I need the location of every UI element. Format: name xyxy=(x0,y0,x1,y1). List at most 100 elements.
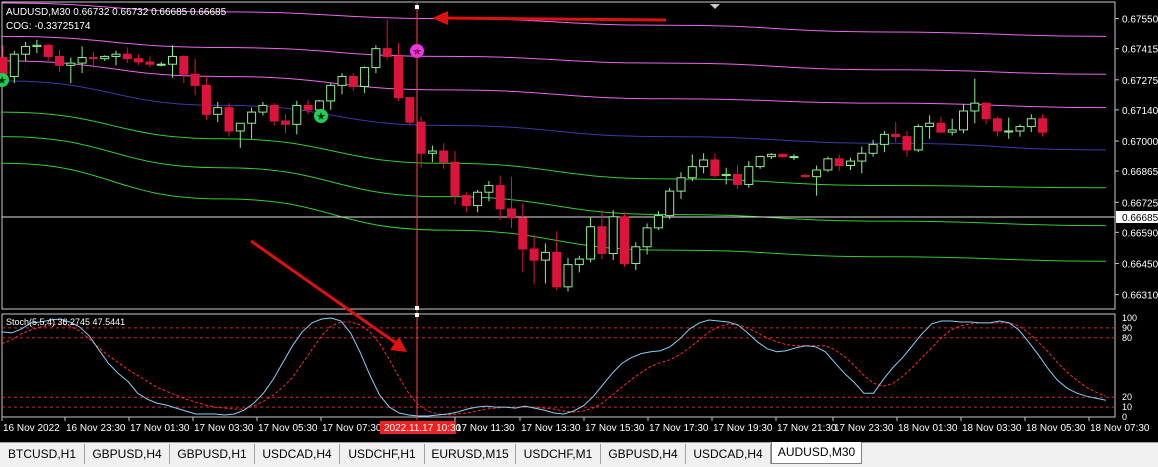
chart-tab[interactable]: USDCAD,H4 xyxy=(686,444,771,464)
candle xyxy=(755,155,765,169)
candle-body xyxy=(405,97,415,123)
candle-body xyxy=(936,122,946,133)
candle-body xyxy=(88,57,98,60)
crosshair-handle-top[interactable] xyxy=(415,5,419,9)
candle-body xyxy=(608,216,618,254)
candle-body xyxy=(168,55,177,65)
candle-body xyxy=(156,63,166,66)
candle-body xyxy=(213,107,223,115)
candle-body xyxy=(879,133,889,145)
trading-chart[interactable]: AUDUSD,M30 0.66732 0.66732 0.66685 0.666… xyxy=(0,0,1158,467)
price-tick-label: 0.67000 xyxy=(1122,137,1158,148)
chart-tab[interactable]: GBPUSD,H4 xyxy=(85,444,170,464)
chart-tabs-bar: BTCUSD,H1 GBPUSD,H4 GBPUSD,H1 USDCAD,H4 USDC… xyxy=(0,442,1158,467)
chart-tab[interactable]: USDCHF,M1 xyxy=(516,444,601,464)
candle-body xyxy=(360,67,370,87)
candle-body xyxy=(755,156,765,168)
candle-body xyxy=(891,133,901,138)
candle-body xyxy=(371,48,381,69)
candle-body xyxy=(620,216,629,264)
time-tick-label: 17 Nov 15:30 xyxy=(585,423,645,434)
time-tick-label: 17 Nov 11:30 xyxy=(456,423,515,434)
chart-tab[interactable]: GBPUSD,H4 xyxy=(601,444,686,464)
crosshair-time-label: 2022.11.17 10:30 xyxy=(384,423,462,434)
candle-body xyxy=(473,191,483,207)
crosshair-time-tag: 2022.11.17 10:30 xyxy=(380,421,462,434)
candle-body xyxy=(1004,130,1014,133)
candle-body xyxy=(925,122,935,128)
candle xyxy=(620,212,629,267)
candle-body xyxy=(32,44,42,47)
candle-body xyxy=(495,185,505,210)
candle-body xyxy=(586,226,596,260)
candle-body xyxy=(665,190,675,217)
candle-body xyxy=(43,44,53,57)
candle-body xyxy=(348,75,358,87)
time-tick-label: 18 Nov 07:30 xyxy=(1090,423,1150,434)
symbol-info-text: AUDUSD,M30 0.66732 0.66732 0.66685 0.666… xyxy=(6,7,227,18)
stoch-indicator-label: Stoch(5,5,4) 36.2745 47.5441 xyxy=(6,317,125,327)
chart-tab[interactable]: EURUSD,M15 xyxy=(425,444,516,464)
candle-body xyxy=(77,57,87,64)
price-tick-label: 0.67550 xyxy=(1122,15,1158,26)
time-tick-label: 18 Nov 03:30 xyxy=(962,423,1022,434)
candle-body xyxy=(540,251,550,261)
candle-body xyxy=(224,107,234,132)
time-tick-label: 17 Nov 01:30 xyxy=(130,423,190,434)
candle-body xyxy=(529,248,539,261)
time-tick-label: 17 Nov 19:30 xyxy=(713,423,773,434)
candle-body xyxy=(846,160,855,167)
candle-body xyxy=(439,150,449,163)
buy-star-icon: ★ xyxy=(314,109,328,123)
candle-body xyxy=(201,84,211,115)
crosshair-handle-stoch-top[interactable] xyxy=(415,313,419,317)
candle-body xyxy=(427,150,437,154)
candle-body xyxy=(823,158,833,171)
current-price-label: 0.66685 xyxy=(1122,213,1158,224)
time-tick-label: 16 Nov 23:30 xyxy=(66,423,126,434)
price-tick-label: 0.66450 xyxy=(1122,259,1158,270)
candle-body xyxy=(676,177,686,192)
candle-body xyxy=(744,166,754,185)
time-tick-label: 16 Nov 2022 xyxy=(3,423,60,434)
candle-body xyxy=(1038,118,1048,133)
candle-body xyxy=(145,61,155,65)
candle-body xyxy=(597,226,607,254)
chart-tab[interactable]: USDCHF,H1 xyxy=(340,444,425,464)
candle-body xyxy=(281,120,290,125)
candle-body xyxy=(484,185,494,193)
time-tick-label: 18 Nov 01:30 xyxy=(898,423,958,434)
candle xyxy=(913,124,923,153)
chart-tab[interactable]: USDCAD,H4 xyxy=(255,444,340,464)
stoch-level-label: 100 xyxy=(1122,313,1137,323)
candle-body xyxy=(122,53,132,60)
candle-body xyxy=(642,227,652,248)
candle-body xyxy=(269,104,279,122)
candle xyxy=(823,156,833,173)
candle-body xyxy=(789,156,799,159)
chart-tab[interactable]: GBPUSD,H1 xyxy=(170,444,255,464)
candle-body xyxy=(382,48,392,57)
candle-body xyxy=(563,264,573,288)
candle xyxy=(608,210,618,261)
chart-tab[interactable]: AUDUSD,M30 xyxy=(771,442,862,464)
candle-body xyxy=(778,153,788,158)
candle-body xyxy=(100,55,110,60)
crosshair-handle-bottom[interactable] xyxy=(415,306,419,310)
candle-body xyxy=(247,111,257,124)
candle-body xyxy=(1026,118,1036,128)
price-tick-label: 0.67415 xyxy=(1122,45,1158,56)
candle-body xyxy=(55,55,64,66)
current-price-tag: 0.66685 xyxy=(1116,211,1158,224)
candle-body xyxy=(66,62,76,66)
stoch-level-label: 10 xyxy=(1122,402,1132,412)
candle-body xyxy=(992,118,1002,132)
candle-body xyxy=(574,258,584,266)
candle-body xyxy=(552,251,562,288)
candle-body xyxy=(812,169,822,178)
time-tick-label: 17 Nov 17:30 xyxy=(649,423,709,434)
time-tick-label: 17 Nov 03:30 xyxy=(194,423,254,434)
chart-tab[interactable]: BTCUSD,H1 xyxy=(0,444,85,464)
price-tick-label: 0.67140 xyxy=(1122,106,1158,117)
candle-body xyxy=(394,55,403,99)
